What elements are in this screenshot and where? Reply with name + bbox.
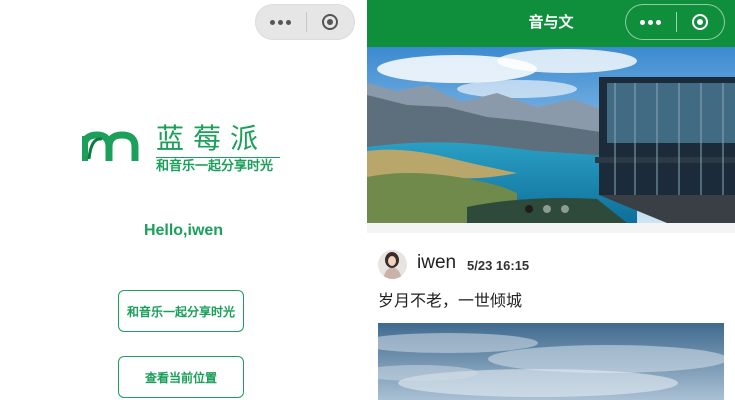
mini-program-capsule	[625, 4, 725, 40]
post-username[interactable]: iwen	[417, 251, 456, 275]
target-close-icon[interactable]	[676, 14, 724, 30]
carousel-dot[interactable]	[543, 205, 551, 213]
logo-subtitle: 和音乐一起分享时光	[156, 159, 274, 174]
user-avatar-icon	[378, 250, 407, 279]
mini-program-capsule	[255, 4, 355, 40]
nav-bar: 音与文	[367, 0, 735, 47]
sky-clouds-photo	[378, 323, 724, 400]
more-dots-icon[interactable]	[626, 19, 676, 25]
lake-mountain-photo	[367, 47, 735, 223]
carousel-dot[interactable]	[561, 205, 569, 213]
app-logo: 蓝莓派 和音乐一起分享时光	[82, 122, 282, 180]
post-text: 岁月不老，一世倾城	[378, 291, 523, 310]
post-image[interactable]	[378, 323, 724, 400]
greeting-text: Hello,iwen	[143, 222, 224, 239]
view-location-button[interactable]: 查看当前位置	[118, 356, 244, 398]
carousel-dot[interactable]	[525, 205, 533, 213]
home-page: 蓝莓派 和音乐一起分享时光 Hello,iwen 和音乐一起分享时光 查看当前位…	[0, 0, 367, 400]
logo-title: 蓝莓派	[156, 122, 268, 155]
avatar[interactable]	[378, 250, 407, 279]
logo-m-icon	[82, 131, 139, 161]
target-close-icon[interactable]	[306, 14, 354, 30]
more-dots-icon[interactable]	[256, 19, 306, 25]
share-music-button[interactable]: 和音乐一起分享时光	[118, 290, 244, 332]
image-carousel[interactable]	[367, 47, 735, 223]
post-card[interactable]: iwen 5/23 16:15 岁月不老，一世倾城	[367, 233, 735, 400]
carousel-indicators	[525, 205, 569, 213]
music-text-page: 音与文 iwen 5/23 16:15 岁月不老，一世倾城	[367, 0, 735, 400]
post-timestamp: 5/23 16:15	[467, 258, 530, 273]
